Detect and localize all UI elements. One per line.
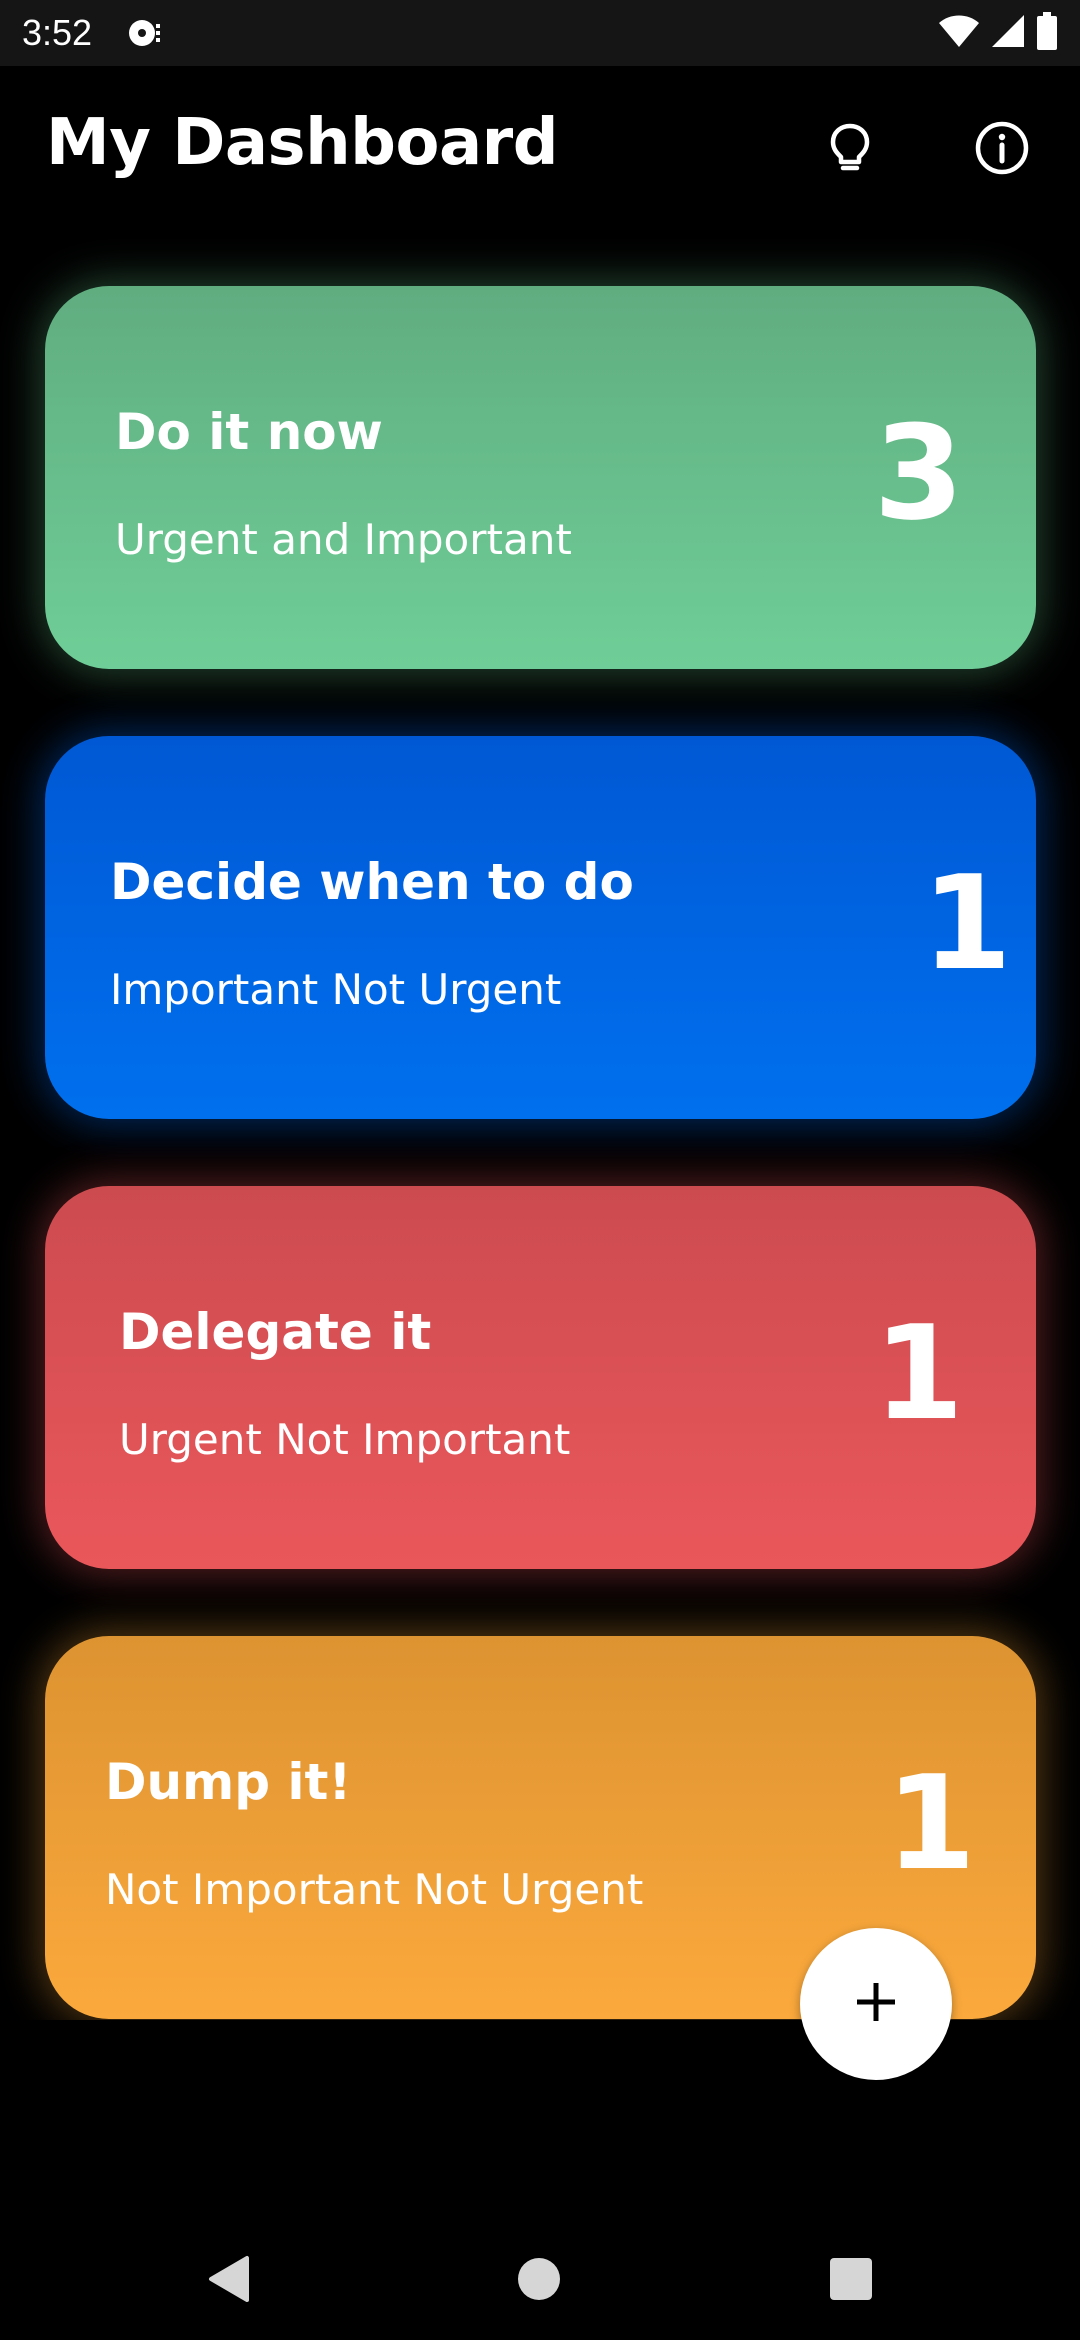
- card-task-count: 1: [885, 1747, 976, 1899]
- card-title: Decide when to do: [110, 853, 634, 911]
- recents-icon: [829, 2257, 873, 2305]
- media-disc-icon: [126, 16, 166, 50]
- card-subtitle: Not Important Not Urgent: [105, 1865, 644, 1914]
- back-icon: [207, 2255, 251, 2307]
- card-subtitle: Important Not Urgent: [110, 965, 562, 1014]
- quadrant-card-decide[interactable]: Decide when to do Important Not Urgent 1: [45, 736, 1036, 1119]
- home-icon: [517, 2257, 561, 2305]
- battery-icon: [1036, 12, 1058, 54]
- card-task-count: 1: [921, 847, 1012, 999]
- tips-button[interactable]: [808, 108, 892, 192]
- lightbulb-icon: [828, 122, 872, 178]
- info-button[interactable]: [960, 108, 1044, 192]
- quadrant-card-do-it-now[interactable]: Do it now Urgent and Important 3: [45, 286, 1036, 669]
- quadrant-card-delegate[interactable]: Delegate it Urgent Not Important 1: [45, 1186, 1036, 1569]
- card-subtitle: Urgent and Important: [115, 515, 572, 564]
- info-icon: [974, 120, 1030, 180]
- status-bar: 3:52: [0, 0, 1080, 66]
- signal-icon: [990, 14, 1026, 52]
- card-subtitle: Urgent Not Important: [119, 1415, 571, 1464]
- card-task-count: 3: [873, 397, 964, 549]
- status-indicators: [938, 12, 1058, 54]
- card-task-count: 1: [873, 1297, 964, 1449]
- nav-back-button[interactable]: [184, 2236, 274, 2326]
- card-title: Delegate it: [119, 1303, 432, 1361]
- nav-recents-button[interactable]: [806, 2236, 896, 2326]
- card-title: Do it now: [115, 403, 383, 461]
- page-title: My Dashboard: [46, 106, 559, 180]
- plus-icon: [854, 1980, 898, 2028]
- status-time: 3:52: [22, 12, 93, 53]
- wifi-icon: [938, 14, 980, 52]
- nav-home-button[interactable]: [494, 2236, 584, 2326]
- add-task-button[interactable]: [800, 1928, 952, 2080]
- card-title: Dump it!: [105, 1753, 352, 1811]
